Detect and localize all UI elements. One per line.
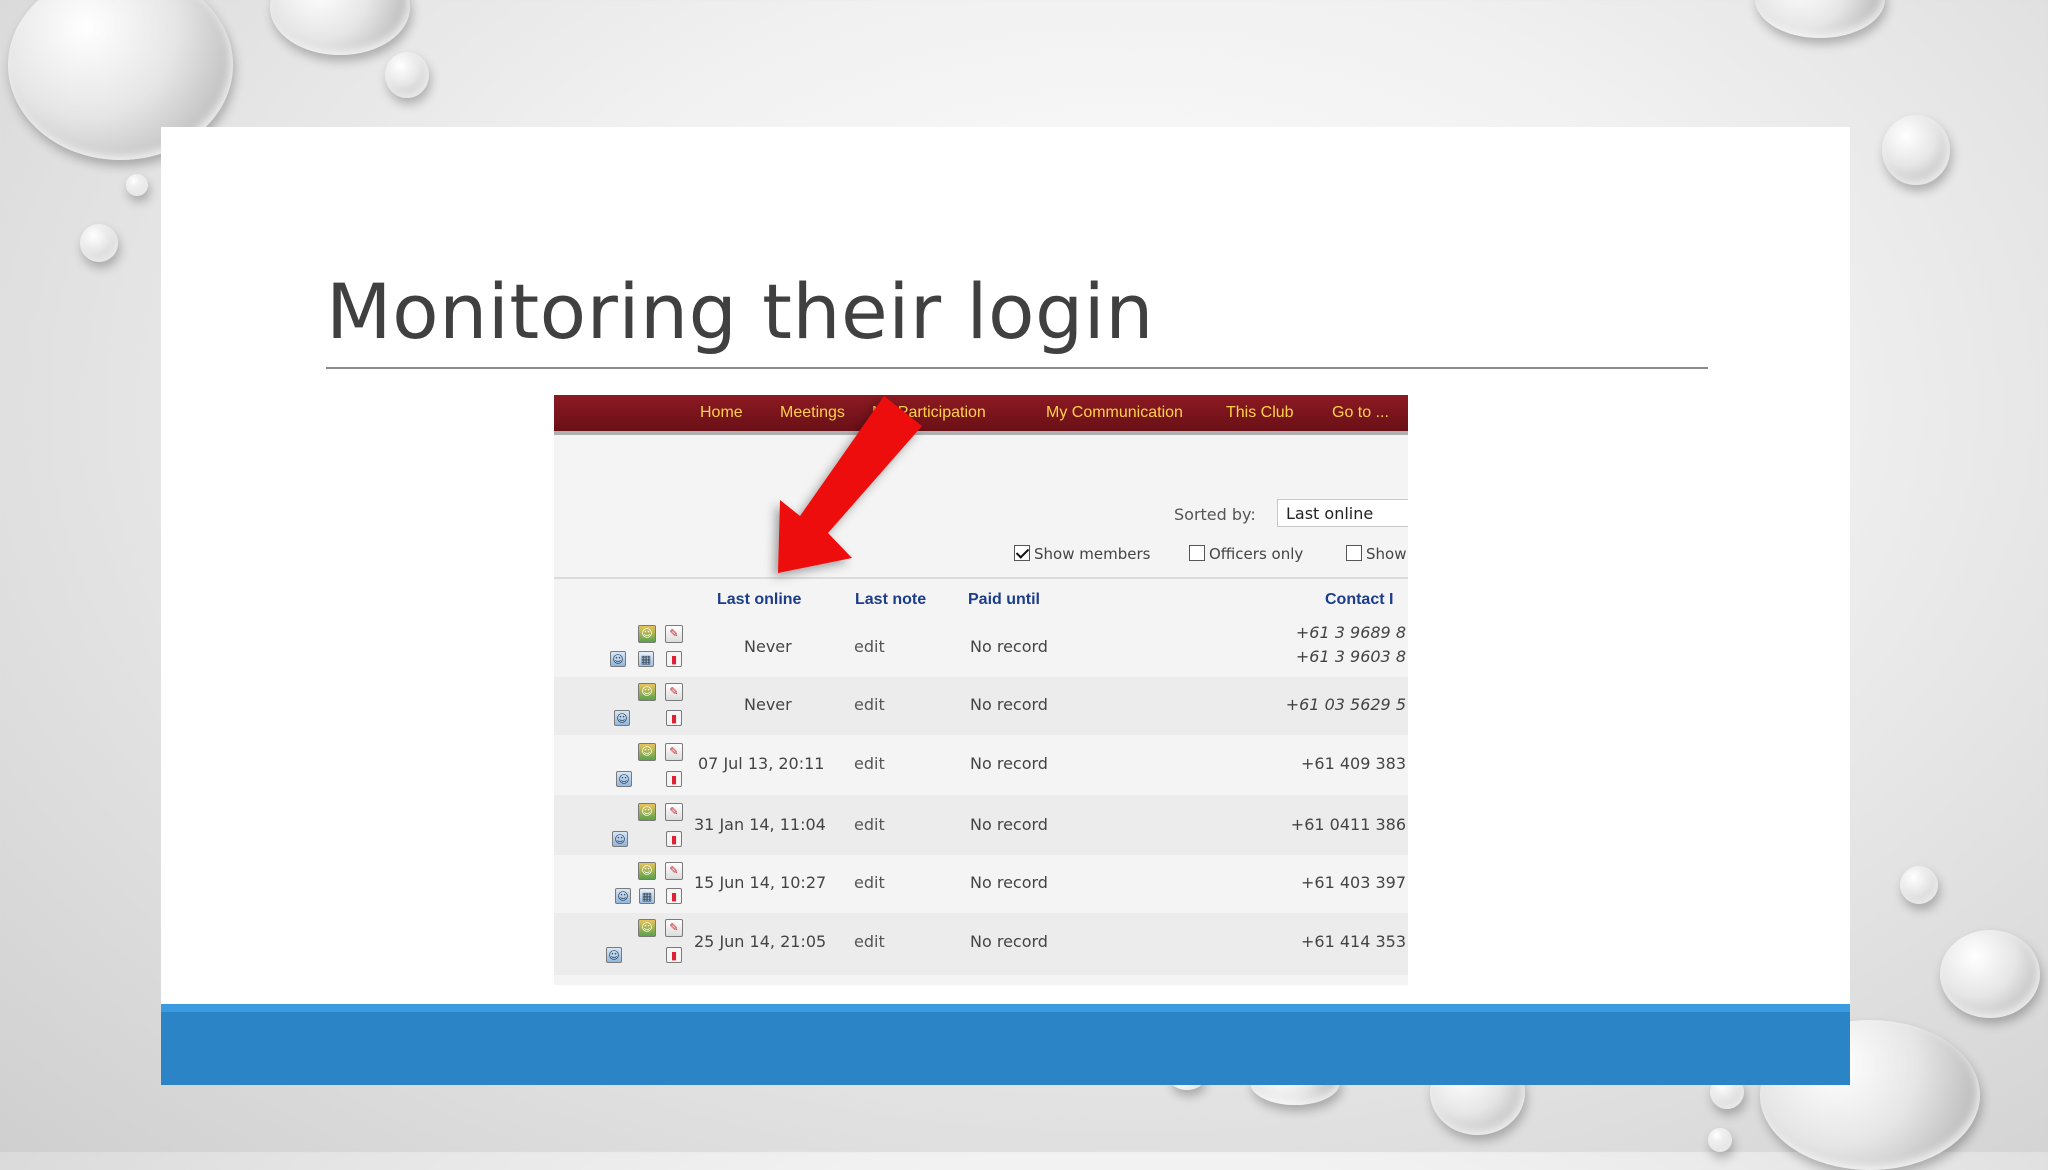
table-row: ☺ ✎ ☺ ▮ 25 Jun 14, 21:05 edit No record … [554, 913, 1408, 975]
column-header-last-note[interactable]: Last note [855, 591, 926, 609]
table-row: ☺ ✎ ☺ ▮ 31 Jan 14, 11:04 edit No record … [554, 795, 1408, 855]
officers-only-label: Officers only [1209, 545, 1304, 563]
footer-bar [161, 1004, 1850, 1085]
header-divider [554, 577, 1408, 579]
pencil-icon[interactable]: ✎ [665, 862, 683, 880]
chart-icon[interactable]: ▮ [666, 947, 682, 963]
sort-select[interactable]: Last online [1277, 499, 1408, 527]
checkbox-unchecked-icon[interactable] [1189, 545, 1205, 561]
person-icon[interactable]: ☺ [638, 683, 656, 701]
droplet-decoration [270, 0, 410, 55]
embedded-screenshot: Home Meetings My Participation My Commun… [554, 395, 1408, 985]
droplet-decoration [126, 174, 148, 196]
member-icon[interactable]: ☺ [616, 771, 632, 787]
slide-title: Monitoring their login [326, 267, 1154, 356]
chart-icon[interactable]: ▮ [666, 831, 682, 847]
column-header-paid-until[interactable]: Paid until [968, 591, 1040, 609]
table-row: ☺ ✎ ☺ ▦ ▮ Never edit No record +61 3 968… [554, 621, 1408, 677]
last-online-cell: 31 Jan 14, 11:04 [694, 815, 826, 834]
droplet-decoration [1940, 930, 2040, 1018]
person-icon[interactable]: ☺ [638, 625, 656, 643]
edit-link[interactable]: edit [854, 815, 885, 834]
table-row: ☺ ✎ ☺ ▦ ▮ 15 Jun 14, 10:27 edit No recor… [554, 855, 1408, 913]
last-online-cell: Never [744, 637, 792, 656]
column-header-last-online[interactable]: Last online [717, 591, 801, 609]
chart-icon[interactable]: ▮ [666, 710, 682, 726]
nav-home[interactable]: Home [700, 404, 743, 422]
last-online-cell: Never [744, 695, 792, 714]
member-icon[interactable]: ☺ [614, 710, 630, 726]
last-online-cell: 07 Jul 13, 20:11 [698, 754, 825, 773]
contact-cell: +61 409 383 [1300, 754, 1406, 773]
checkbox-checked-icon[interactable] [1014, 545, 1030, 561]
person-icon[interactable]: ☺ [638, 862, 656, 880]
member-icon[interactable]: ☺ [610, 651, 626, 667]
red-arrow-icon [778, 396, 922, 573]
edit-link[interactable]: edit [854, 873, 885, 892]
paid-until-cell: No record [970, 754, 1048, 773]
checkbox-unchecked-icon[interactable] [1346, 545, 1362, 561]
chart-icon[interactable]: ▮ [666, 888, 682, 904]
officers-only-checkbox[interactable]: Officers only [1189, 545, 1303, 563]
column-header-contact[interactable]: Contact I [1325, 591, 1393, 609]
show-members-label: Show members [1034, 545, 1151, 563]
nav-go-to[interactable]: Go to ... [1332, 404, 1389, 422]
show-other-checkbox[interactable]: Show [1346, 545, 1406, 563]
contact-cell: +61 414 353 [1300, 932, 1406, 951]
chart-icon[interactable]: ▮ [666, 771, 682, 787]
pencil-icon[interactable]: ✎ [665, 919, 683, 937]
title-divider [326, 367, 1708, 369]
edit-link[interactable]: edit [854, 695, 885, 714]
contact-cell: +61 3 9603 8 [1295, 647, 1406, 666]
droplet-decoration [1900, 866, 1938, 904]
last-online-cell: 15 Jun 14, 10:27 [694, 873, 827, 892]
paid-until-cell: No record [970, 637, 1048, 656]
calendar-icon[interactable]: ▦ [639, 888, 655, 904]
paid-until-cell: No record [970, 932, 1048, 951]
calendar-icon[interactable]: ▦ [638, 651, 654, 667]
member-icon[interactable]: ☺ [606, 947, 622, 963]
member-icon[interactable]: ☺ [612, 831, 628, 847]
contact-cell: +61 0411 386 [1290, 815, 1406, 834]
pencil-icon[interactable]: ✎ [665, 743, 683, 761]
paid-until-cell: No record [970, 695, 1048, 714]
pencil-icon[interactable]: ✎ [665, 803, 683, 821]
show-other-label: Show [1366, 545, 1407, 563]
person-icon[interactable]: ☺ [638, 803, 656, 821]
chart-icon[interactable]: ▮ [666, 651, 682, 667]
droplet-decoration [1882, 115, 1950, 185]
contact-cell: +61 3 9689 8 [1295, 623, 1406, 642]
droplet-decoration [1755, 0, 1885, 38]
paid-until-cell: No record [970, 873, 1048, 892]
droplet-decoration [80, 224, 118, 262]
droplet-decoration [385, 52, 429, 98]
contact-cell: +61 03 5629 5 [1285, 695, 1406, 714]
edit-link[interactable]: edit [854, 637, 885, 656]
table-row: ☺ ✎ ☺ ▮ Never edit No record +61 03 5629… [554, 677, 1408, 735]
nav-my-communication[interactable]: My Communication [1046, 404, 1183, 422]
person-icon[interactable]: ☺ [638, 743, 656, 761]
show-members-checkbox[interactable]: Show members [1014, 545, 1150, 563]
person-icon[interactable]: ☺ [638, 919, 656, 937]
pencil-icon[interactable]: ✎ [665, 683, 683, 701]
pencil-icon[interactable]: ✎ [665, 625, 683, 643]
droplet-decoration [1708, 1128, 1732, 1152]
contact-cell: +61 403 397 [1300, 873, 1406, 892]
table-row: ☺ ✎ ☺ ▮ 07 Jul 13, 20:11 edit No record … [554, 735, 1408, 795]
last-online-cell: 25 Jun 14, 21:05 [694, 932, 827, 951]
edit-link[interactable]: edit [854, 932, 885, 951]
paid-until-cell: No record [970, 815, 1048, 834]
edit-link[interactable]: edit [854, 754, 885, 773]
nav-bar: Home Meetings My Participation My Commun… [554, 395, 1408, 435]
sorted-by-label: Sorted by: [1174, 505, 1256, 524]
member-icon[interactable]: ☺ [615, 888, 631, 904]
nav-this-club[interactable]: This Club [1226, 404, 1294, 422]
